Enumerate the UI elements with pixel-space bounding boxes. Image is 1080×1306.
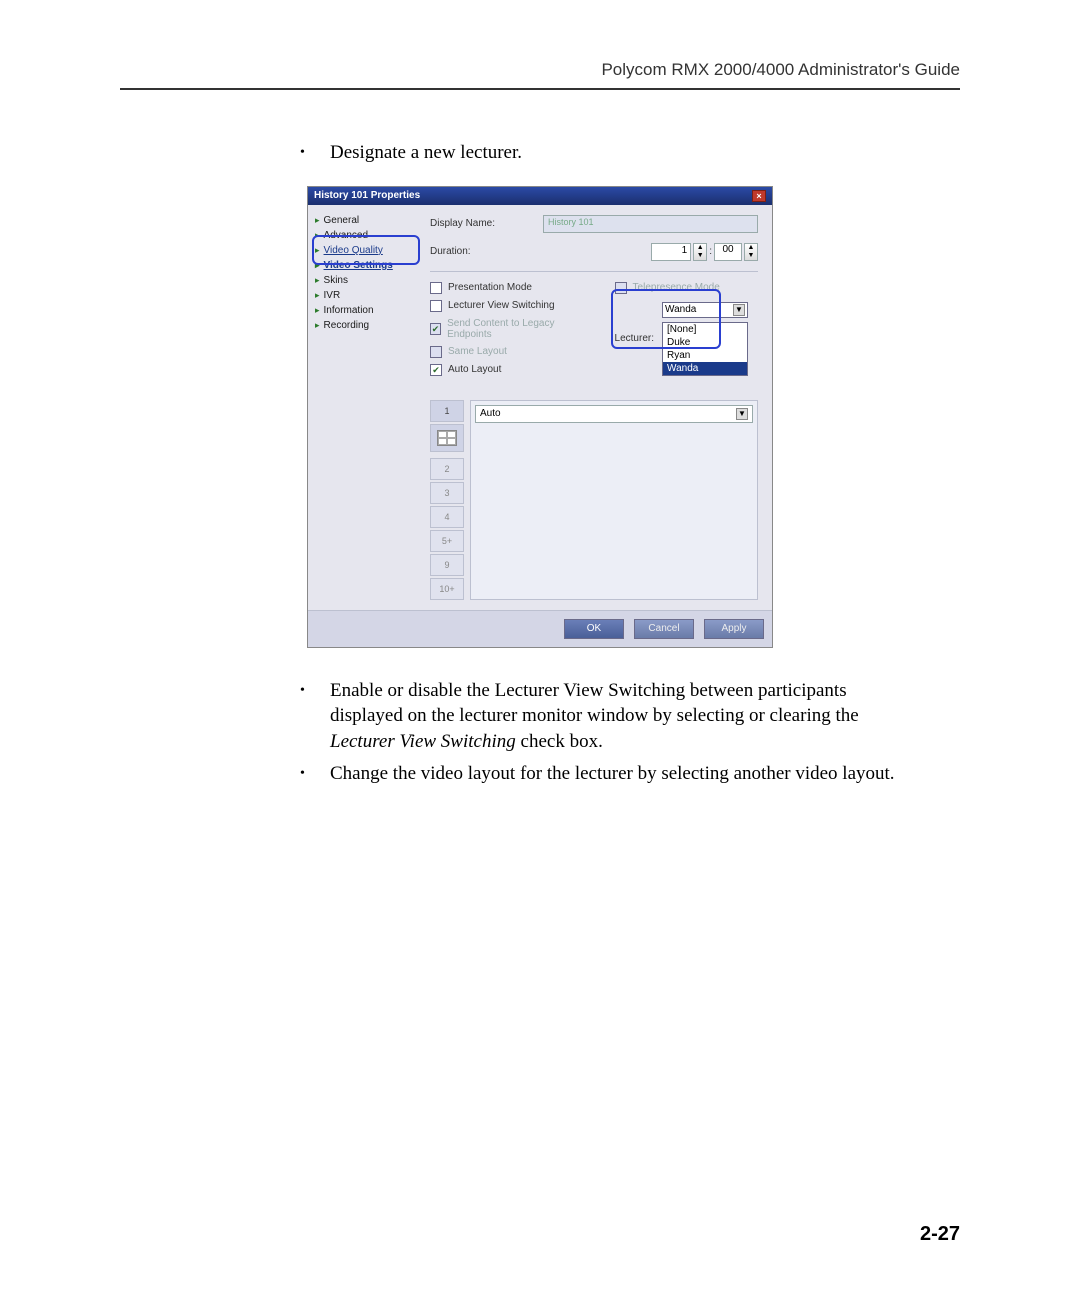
send-content-check: Send Content to Legacy Endpoints <box>430 318 589 340</box>
layout-tab-5plus[interactable]: 5+ <box>430 530 464 552</box>
nav-item-ivr[interactable]: ▸IVR <box>312 288 412 303</box>
chevron-down-icon[interactable]: ▼ <box>736 408 748 420</box>
dropdown-item[interactable]: Wanda <box>663 362 747 375</box>
bullet-text-3: Change the video layout for the lecturer… <box>330 761 920 787</box>
layout-tab-preview[interactable] <box>430 424 464 452</box>
nav-item-advanced[interactable]: ▸Advanced <box>312 228 412 243</box>
layout-tab-10plus[interactable]: 10+ <box>430 578 464 600</box>
layout-auto-select[interactable]: Auto ▼ <box>475 405 753 423</box>
presentation-mode-check[interactable]: Presentation Mode <box>430 282 589 294</box>
chevron-right-icon: ▸ <box>315 290 320 301</box>
telepresence-mode-check: Telepresence Mode <box>615 282 748 294</box>
dialog-titlebar[interactable]: History 101 Properties × <box>308 187 772 205</box>
checkbox-icon[interactable] <box>430 282 442 294</box>
checkbox-icon <box>430 346 442 358</box>
dropdown-item[interactable]: [None] <box>663 323 747 336</box>
layout-tab-3[interactable]: 3 <box>430 482 464 504</box>
duration-minutes[interactable]: 00 <box>714 243 742 261</box>
display-name-label: Display Name: <box>430 218 535 229</box>
nav-item-skins[interactable]: ▸Skins <box>312 273 412 288</box>
bullet-text-2: Enable or disable the Lecturer View Swit… <box>330 678 920 755</box>
chevron-right-icon: ▸ <box>315 260 320 271</box>
main-pane: Display Name: History 101 Duration: 1 ▲▼… <box>416 205 772 610</box>
duration-hours[interactable]: 1 <box>651 243 691 261</box>
checkbox-icon[interactable] <box>430 300 442 312</box>
close-icon[interactable]: × <box>752 190 766 202</box>
bullet-dot: • <box>300 140 330 166</box>
lecturer-label: Lecturer: <box>615 333 654 344</box>
duration-label: Duration: <box>430 246 535 257</box>
layout-area: 1 2 3 4 5+ 9 10+ Auto <box>430 400 758 600</box>
bullet-dot: • <box>300 761 330 787</box>
chevron-right-icon: ▸ <box>315 320 320 331</box>
chevron-right-icon: ▸ <box>315 305 320 316</box>
nav-item-video-settings[interactable]: ▸Video Settings <box>312 258 412 273</box>
separator <box>430 271 758 272</box>
bullet-text-1: Designate a new lecturer. <box>330 140 920 166</box>
dropdown-item[interactable]: Duke <box>663 336 747 349</box>
bullet-dot: • <box>300 678 330 755</box>
layout-tab-2[interactable]: 2 <box>430 458 464 480</box>
lecturer-combo[interactable]: Wanda ▼ <box>662 302 748 318</box>
auto-layout-check[interactable]: Auto Layout <box>430 364 589 376</box>
minutes-spinner[interactable]: ▲▼ <box>744 243 758 261</box>
properties-dialog: History 101 Properties × ▸General ▸Advan… <box>307 186 773 648</box>
layout-tab-9[interactable]: 9 <box>430 554 464 576</box>
chevron-right-icon: ▸ <box>315 230 320 241</box>
checkbox-icon <box>615 282 627 294</box>
page-number: 2-27 <box>920 1223 960 1246</box>
apply-button[interactable]: Apply <box>704 619 764 639</box>
duration-colon: : <box>709 246 712 257</box>
dialog-buttons: OK Cancel Apply <box>308 610 772 647</box>
layout-tab-1[interactable]: 1 <box>430 400 464 422</box>
hours-spinner[interactable]: ▲▼ <box>693 243 707 261</box>
ok-button[interactable]: OK <box>564 619 624 639</box>
page-header: Polycom RMX 2000/4000 Administrator's Gu… <box>120 60 960 80</box>
duration-group: 1 ▲▼ : 00 ▲▼ <box>651 243 758 261</box>
chevron-right-icon: ▸ <box>315 245 320 256</box>
lecturer-view-switching-check[interactable]: Lecturer View Switching <box>430 300 589 312</box>
chevron-down-icon[interactable]: ▼ <box>733 304 745 316</box>
cancel-button[interactable]: Cancel <box>634 619 694 639</box>
lecturer-dropdown[interactable]: [None] Duke Ryan Wanda <box>662 322 748 376</box>
chevron-right-icon: ▸ <box>315 215 320 226</box>
layout-tab-4[interactable]: 4 <box>430 506 464 528</box>
chevron-right-icon: ▸ <box>315 275 320 286</box>
nav-item-general[interactable]: ▸General <box>312 213 412 228</box>
nav-item-video-quality[interactable]: ▸Video Quality <box>312 243 412 258</box>
display-name-input[interactable]: History 101 <box>543 215 758 233</box>
checkbox-icon[interactable] <box>430 364 442 376</box>
layout-tabs: 1 2 3 4 5+ 9 10+ <box>430 400 464 600</box>
nav-pane: ▸General ▸Advanced ▸Video Quality ▸Video… <box>308 205 416 610</box>
bullet-list: • Designate a new lecturer. <box>300 140 920 166</box>
same-layout-check: Same Layout <box>430 346 589 358</box>
nav-item-information[interactable]: ▸Information <box>312 303 412 318</box>
dialog-title: History 101 Properties <box>314 190 420 201</box>
checkbox-icon <box>430 323 441 335</box>
layout-panel: Auto ▼ <box>470 400 758 600</box>
nav-item-recording[interactable]: ▸Recording <box>312 318 412 333</box>
layout-preview-icon <box>437 430 457 446</box>
header-rule <box>120 88 960 90</box>
bullet-list-continued: • Enable or disable the Lecturer View Sw… <box>300 678 920 787</box>
dropdown-item[interactable]: Ryan <box>663 349 747 362</box>
